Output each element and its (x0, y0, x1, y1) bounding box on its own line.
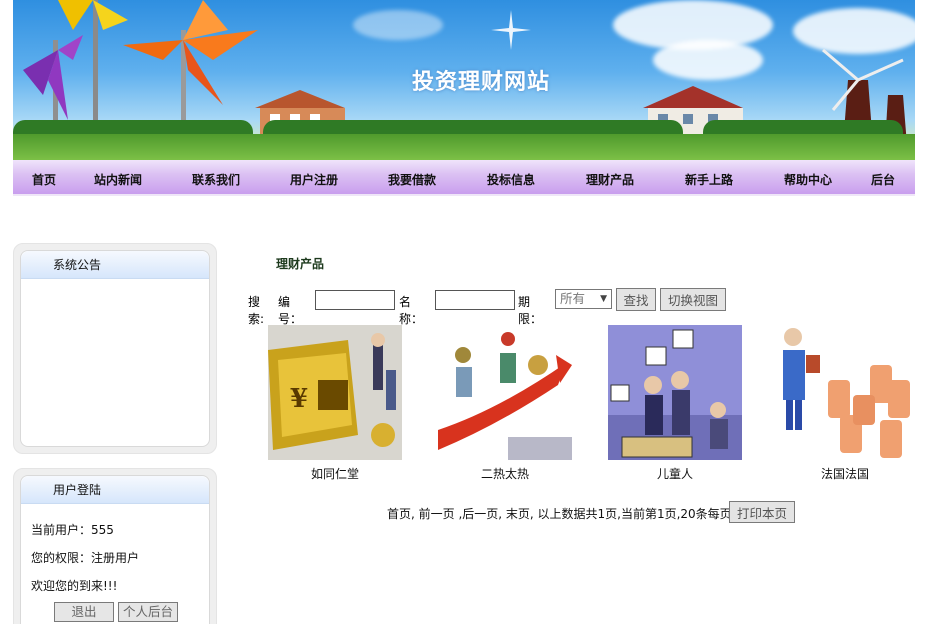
permission-text: 您的权限：注册用户 (31, 551, 140, 565)
switch-view-button[interactable]: 切换视图 (660, 288, 726, 311)
term-label: 期限： (518, 295, 543, 326)
code-input[interactable] (315, 290, 395, 310)
sparkle-icon (491, 10, 531, 50)
product-card[interactable]: 二热太热 (438, 325, 572, 481)
term-select[interactable]: 所有 ▼ (555, 289, 612, 309)
code-label: 编号： (278, 295, 303, 326)
nav-item-home[interactable]: 首页 (32, 171, 56, 188)
login-panel-title: 用户登陆 (21, 476, 209, 504)
product-card[interactable]: ¥ 如同仁堂 (268, 325, 402, 481)
nav-item-products[interactable]: 理财产品 (586, 171, 634, 188)
product-name[interactable]: 二热太热 (438, 465, 572, 482)
cloud-decoration (353, 10, 443, 40)
notice-panel-title: 系统公告 (21, 251, 209, 279)
svg-text:¥: ¥ (290, 384, 308, 414)
nav-item-beginner[interactable]: 新手上路 (685, 171, 733, 188)
nav-item-admin[interactable]: 后台 (871, 171, 895, 188)
login-panel-body: 用户登陆 当前用户：555 您的权限：注册用户 欢迎您的到来!!! 退出 个人后… (20, 475, 210, 624)
page-title: 理财产品 (276, 257, 325, 271)
bank-gold-sign-image[interactable]: ¥ (268, 325, 402, 460)
notice-panel: 系统公告 (13, 243, 217, 454)
nav-item-news[interactable]: 站内新闻 (94, 171, 142, 188)
main-nav: 首页 站内新闻 联系我们 用户注册 我要借款 投标信息 理财产品 新手上路 帮助… (13, 160, 915, 196)
nav-item-help[interactable]: 帮助中心 (784, 171, 832, 188)
product-name[interactable]: 如同仁堂 (268, 465, 402, 482)
find-button[interactable]: 查找 (616, 288, 656, 311)
pagination-text[interactable]: 首页, 前一页 ,后一页, 末页, 以上数据共1页,当前第1页,20条每页 (387, 505, 732, 522)
nav-item-borrow[interactable]: 我要借款 (388, 171, 436, 188)
term-selected-value: 所有 (560, 291, 586, 306)
logout-button[interactable]: 退出 (54, 602, 114, 622)
product-name[interactable]: 法国法国 (778, 465, 912, 482)
nav-item-contact[interactable]: 联系我们 (192, 171, 240, 188)
site-title: 投资理财网站 (411, 69, 550, 95)
name-label: 名称： (399, 295, 424, 326)
login-panel: 用户登陆 当前用户：555 您的权限：注册用户 欢迎您的到来!!! 退出 个人后… (13, 468, 217, 624)
current-user-text: 当前用户：555 (31, 523, 114, 537)
product-name[interactable]: 儿童人 (608, 465, 742, 482)
personal-center-button[interactable]: 个人后台 (118, 602, 178, 622)
rising-arrow-investors-image[interactable] (438, 325, 572, 460)
grass-decoration (13, 134, 915, 160)
search-prefix-label: 搜索: (248, 295, 265, 326)
chevron-down-icon: ▼ (600, 294, 607, 304)
man-gold-coin-stacks-image[interactable] (778, 325, 912, 460)
notice-panel-body: 系统公告 (20, 250, 210, 447)
bank-wealth-product-image[interactable] (608, 325, 742, 460)
welcome-text: 欢迎您的到来!!! (31, 579, 118, 593)
nav-item-register[interactable]: 用户注册 (290, 171, 338, 188)
product-card[interactable]: 儿童人 (608, 325, 742, 481)
nav-item-bids[interactable]: 投标信息 (487, 171, 535, 188)
name-input[interactable] (435, 290, 515, 310)
product-card[interactable]: 法国法国 (778, 325, 912, 481)
print-page-button[interactable]: 打印本页 (729, 501, 795, 523)
